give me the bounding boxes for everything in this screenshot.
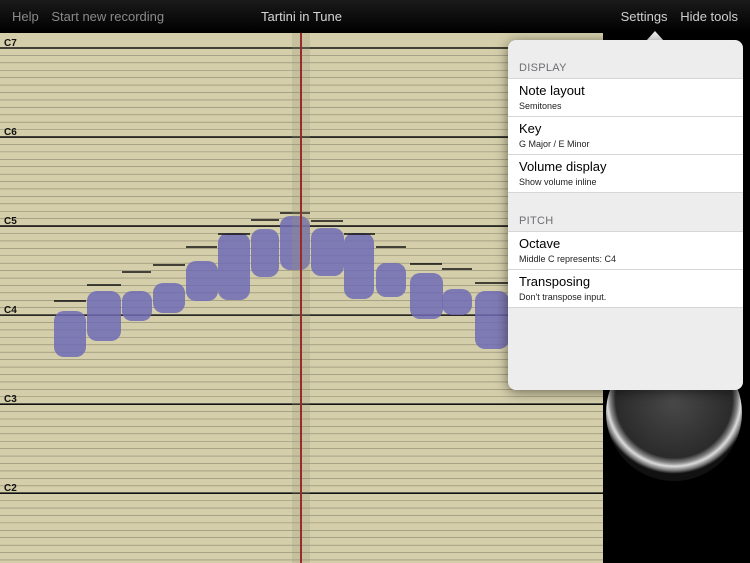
key-row[interactable]: Key G Major / E Minor	[508, 117, 743, 155]
note-blob	[475, 291, 509, 349]
settings-popover: DISPLAY Note layout Semitones Key G Majo…	[508, 40, 743, 390]
row-title: Key	[519, 121, 542, 136]
app-title: Tartini in Tune	[261, 9, 342, 24]
note-blob	[87, 291, 121, 341]
note-blob	[186, 261, 218, 301]
volume-display-row[interactable]: Volume display Show volume inline	[508, 155, 743, 193]
octave-label-c6: C6	[4, 127, 17, 138]
row-subtitle: Middle C represents: C4	[519, 254, 617, 264]
top-bar: Help Start new recording Tartini in Tune…	[0, 0, 750, 33]
octave-label-c4: C4	[4, 305, 17, 316]
note-blob	[410, 273, 443, 319]
row-title: Note layout	[519, 83, 585, 98]
octave-label-c5: C5	[4, 216, 17, 227]
note-blob	[311, 228, 344, 276]
octave-label-c3: C3	[4, 394, 17, 405]
display-section-header: DISPLAY	[519, 62, 567, 74]
note-blob	[218, 233, 250, 300]
pitch-section-header: PITCH	[519, 215, 554, 227]
hide-tools-button[interactable]: Hide tools	[680, 9, 738, 24]
row-title: Volume display	[519, 159, 607, 174]
row-subtitle: Don't transpose input.	[519, 292, 607, 302]
octave-label-c7: C7	[4, 38, 17, 49]
octave-label-c2: C2	[4, 483, 17, 494]
note-blob	[376, 263, 406, 297]
octave-row[interactable]: Octave Middle C represents: C4	[508, 232, 743, 270]
row-subtitle: G Major / E Minor	[519, 139, 590, 149]
note-blob	[153, 283, 185, 313]
note-blob	[251, 229, 279, 277]
playhead[interactable]	[300, 33, 302, 563]
row-subtitle: Show volume inline	[519, 177, 597, 187]
note-blob	[344, 233, 374, 299]
note-blob	[54, 311, 86, 357]
note-layout-row[interactable]: Note layout Semitones	[508, 79, 743, 117]
settings-button[interactable]: Settings	[621, 9, 668, 24]
row-title: Octave	[519, 236, 561, 251]
transposing-row[interactable]: Transposing Don't transpose input.	[508, 270, 743, 308]
note-blob	[122, 291, 152, 321]
row-subtitle: Semitones	[519, 101, 562, 111]
note-blob	[442, 289, 472, 315]
row-title: Transposing	[519, 274, 591, 289]
